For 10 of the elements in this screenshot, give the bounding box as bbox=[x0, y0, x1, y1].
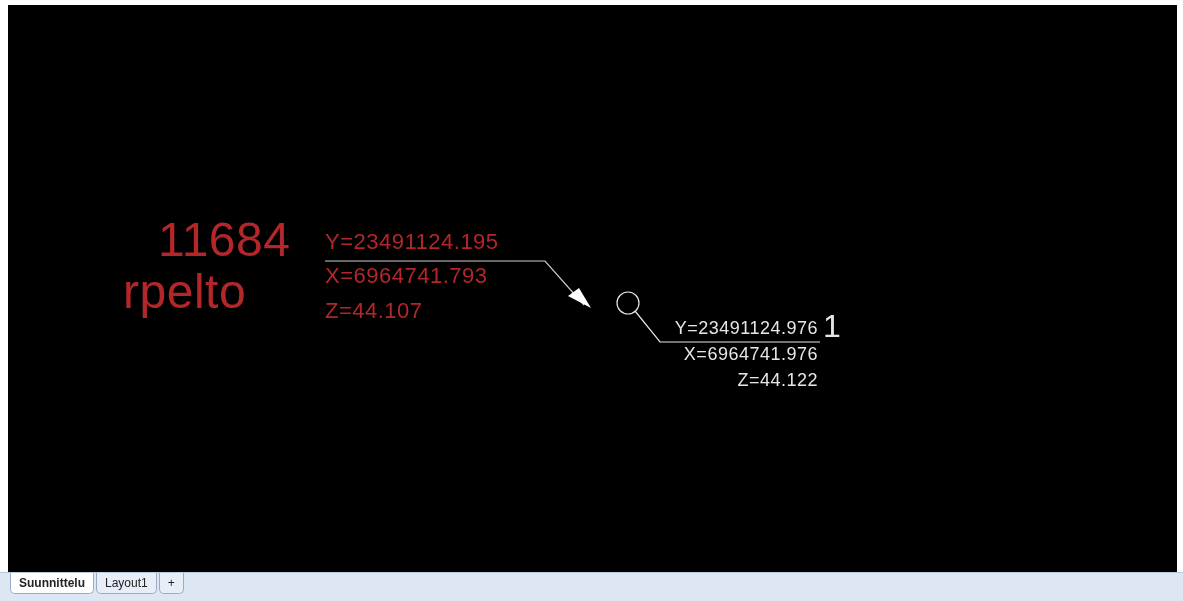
layout-tab[interactable]: Suunnittelu bbox=[10, 573, 94, 594]
point-number: 1 bbox=[823, 307, 842, 346]
layout-tab[interactable]: + bbox=[158, 573, 184, 594]
layout-tab[interactable]: Layout1 bbox=[96, 573, 157, 594]
coordinate-text: Y=23491124.976 bbox=[673, 318, 818, 340]
coordinate-text: Z=44.122 bbox=[736, 370, 818, 392]
coordinate-text: Y=23491124.195 bbox=[325, 229, 499, 256]
coordinate-text: Z=44.107 bbox=[325, 298, 423, 325]
coordinate-text: X=6964741.793 bbox=[325, 263, 488, 290]
coordinate-text: X=6964741.976 bbox=[682, 344, 818, 366]
